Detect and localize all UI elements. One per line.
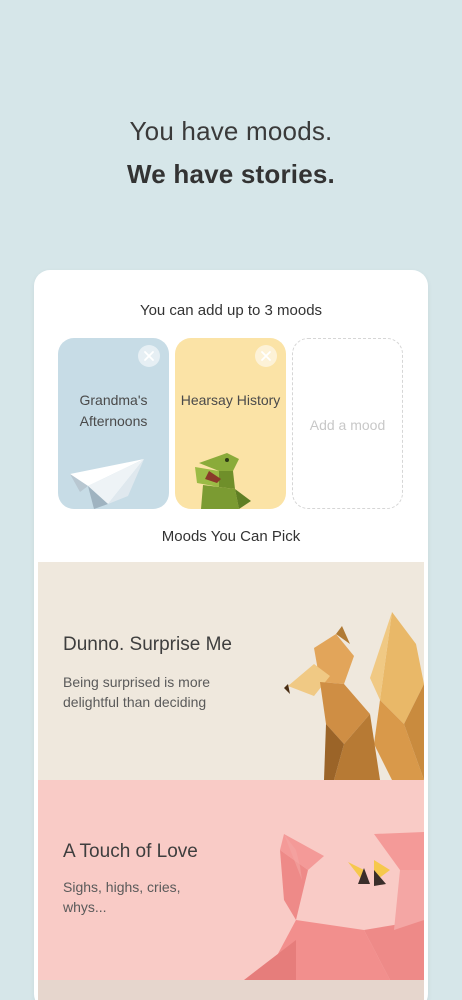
selection-subtitle: You can add up to 3 moods xyxy=(139,302,323,319)
mood-card-panel: You can add up to 3 moods Grandma's Afte… xyxy=(34,270,428,1000)
mood-option-title: A Touch of Love xyxy=(63,841,198,862)
add-mood-slot[interactable]: Add a mood xyxy=(292,338,403,509)
close-icon[interactable] xyxy=(255,345,277,367)
mood-option-desc: Being surprised is more delightful than … xyxy=(63,674,211,710)
mood-option-touch-of-love[interactable]: A Touch of Love Sighs, highs, cries, why… xyxy=(38,780,424,980)
squirrel-icon xyxy=(284,612,424,780)
dinosaur-icon xyxy=(195,453,251,509)
close-icon[interactable] xyxy=(138,345,160,367)
selected-mood-label: Hearsay History xyxy=(180,392,281,408)
selected-mood-label: Grandma's Afternoons xyxy=(79,392,148,429)
mood-option-title: Dunno. Surprise Me xyxy=(63,634,232,655)
add-mood-label: Add a mood xyxy=(309,417,386,433)
mood-option-surprise-me[interactable]: Dunno. Surprise Me Being surprised is mo… xyxy=(38,562,424,780)
selected-mood-grandmas-afternoons[interactable]: Grandma's Afternoons xyxy=(58,338,169,509)
flamingo-icon xyxy=(244,832,424,980)
selected-mood-hearsay-history[interactable]: Hearsay History xyxy=(175,338,286,509)
mood-option-desc: Sighs, highs, cries, whys... xyxy=(63,879,181,915)
paper-plane-icon xyxy=(70,459,144,509)
headline: You have moods. We have stories. xyxy=(0,116,462,190)
mood-option-partial[interactable] xyxy=(38,980,424,1000)
headline-line-1: You have moods. xyxy=(129,116,333,146)
picker-title: Moods You Can Pick xyxy=(161,528,301,545)
headline-line-2: We have stories. xyxy=(127,159,335,189)
